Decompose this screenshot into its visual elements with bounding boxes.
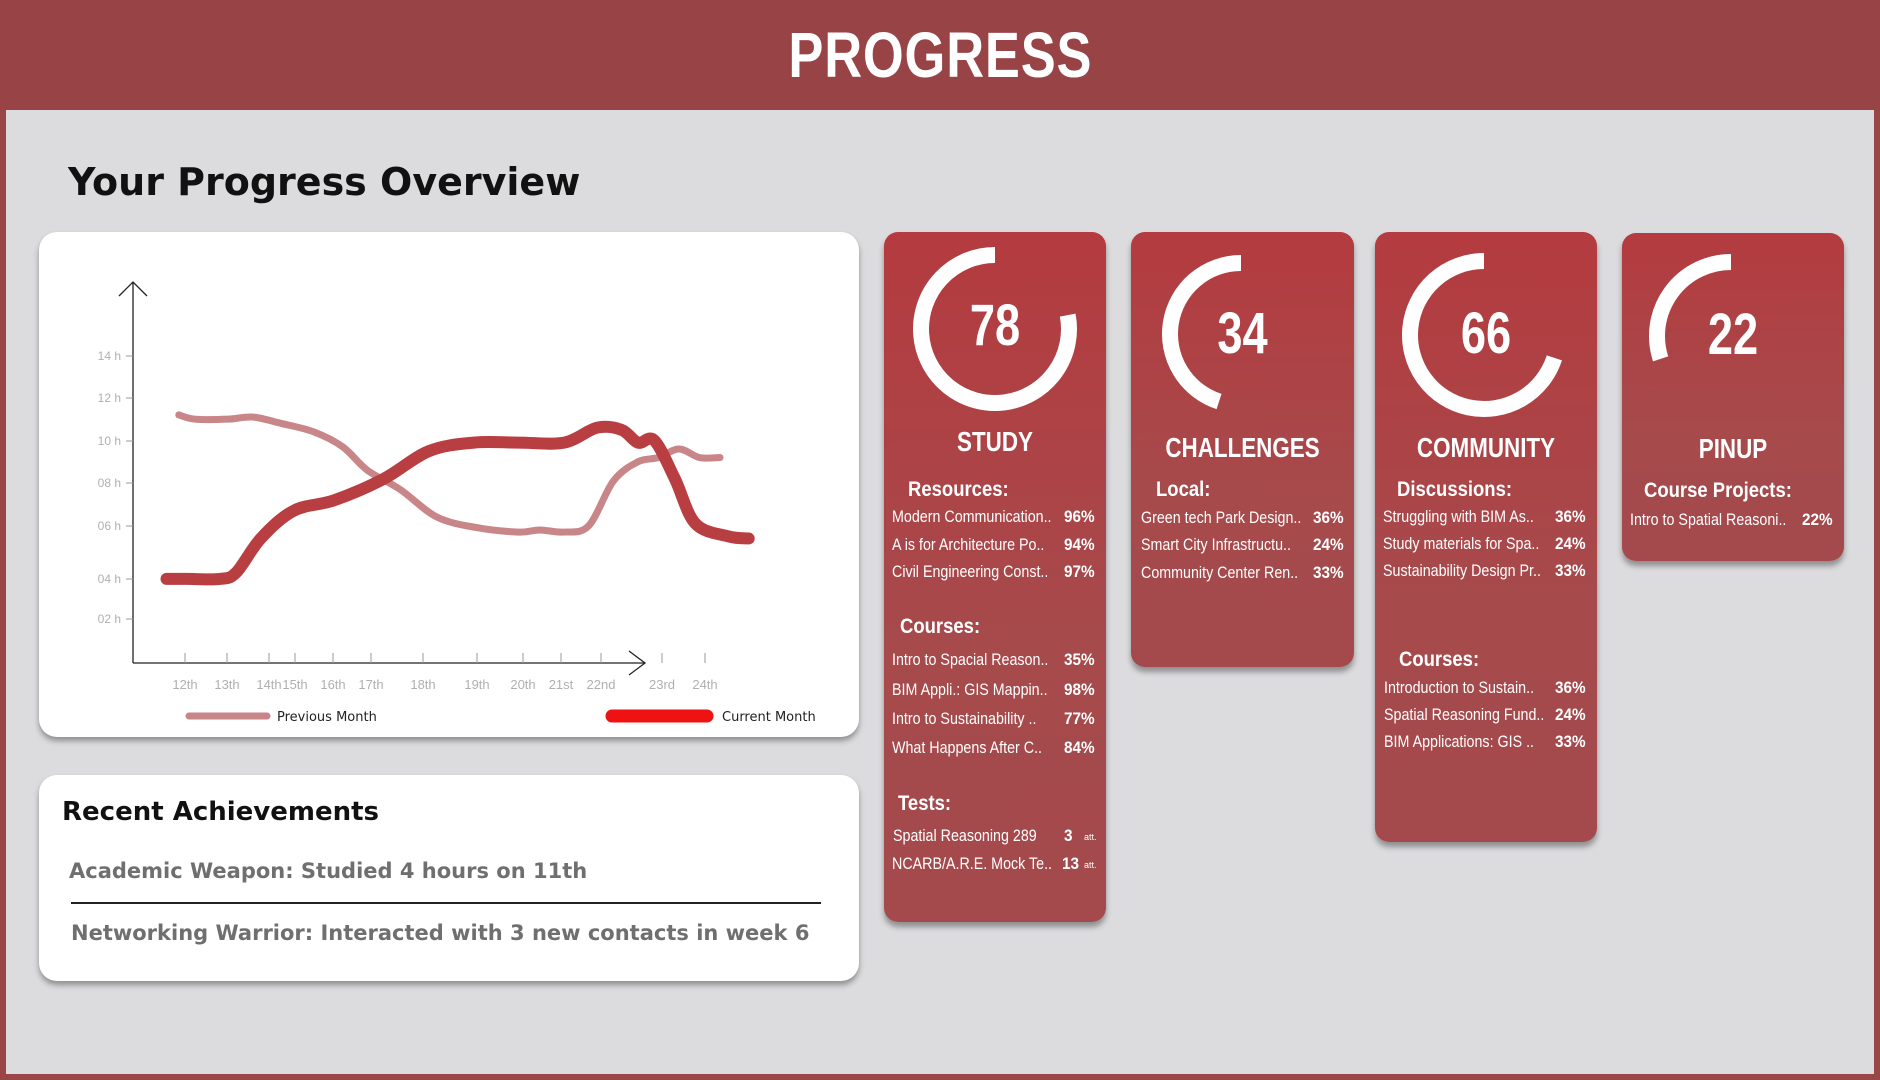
list-item[interactable]: Intro to Sustainability .. 77% (884, 709, 1106, 733)
list-item[interactable]: What Happens After C.. 84% (884, 738, 1106, 762)
y-tick-label: 02 h (98, 612, 121, 626)
pinup-course-projects-heading: Course Projects: (1644, 479, 1792, 502)
achievement-item[interactable]: Academic Weapon: Studied 4 hours on 11th (69, 859, 587, 883)
x-tick-label: 17th (358, 677, 383, 692)
pinup-score: 22 (1707, 302, 1759, 367)
legend-label-previous-month: Previous Month (277, 710, 377, 725)
study-tests-heading: Tests: (898, 792, 952, 815)
list-item[interactable]: BIM Appli.: GIS Mappin.. 98% (884, 680, 1106, 704)
x-tick-label: 21st (549, 677, 574, 692)
list-item[interactable]: Intro to Spatial Reasoni.. 22% (1622, 510, 1844, 534)
y-tick-label: 06 h (98, 519, 121, 533)
y-tick-label: 04 h (98, 572, 121, 586)
list-item[interactable]: Sustainability Design Pr.. 33% (1375, 561, 1597, 585)
community-card[interactable]: 66 COMMUNITY Discussions: Struggling wit… (1375, 232, 1597, 842)
list-item[interactable]: Introduction to Sustain.. 36% (1375, 678, 1597, 702)
study-resources-heading: Resources: (908, 478, 1009, 501)
study-label: STUDY (957, 426, 1033, 457)
progress-chart-panel: 02 h 04 h 06 h 08 h 10 h 12 h 14 h 12th 13th 14th… (39, 232, 859, 737)
achievement-item[interactable]: Networking Warrior: Interacted with 3 ne… (71, 921, 809, 945)
list-item[interactable]: Spatial Reasoning Fund.. 24% (1375, 705, 1597, 729)
x-tick-label: 19th (464, 677, 489, 692)
study-score: 78 (969, 293, 1021, 358)
achievement-divider (71, 902, 821, 904)
list-item[interactable]: BIM Applications: GIS .. 33% (1375, 732, 1597, 756)
list-item[interactable]: A is for Architecture Po.. 94% (884, 535, 1106, 559)
x-tick-label: 23rd (649, 677, 675, 692)
x-tick-label: 20th (510, 677, 535, 692)
community-label: COMMUNITY (1416, 432, 1556, 463)
x-tick-label: 13th (214, 677, 239, 692)
x-tick-label: 16th (320, 677, 345, 692)
page-title: PROGRESS (787, 19, 1093, 91)
list-item[interactable]: Civil Engineering Const.. 97% (884, 562, 1106, 586)
list-item[interactable]: Intro to Spacial Reason.. 35% (884, 650, 1106, 674)
y-tick-label: 10 h (98, 434, 121, 448)
community-score: 66 (1460, 301, 1512, 366)
recent-achievements-panel: Recent Achievements Academic Weapon: Stu… (39, 775, 859, 981)
list-item[interactable]: Modern Communication.. 96% (884, 507, 1106, 531)
achievements-title: Recent Achievements (62, 797, 380, 827)
challenges-score: 34 (1217, 301, 1268, 366)
x-tick-label: 14th (256, 677, 281, 692)
community-discussions-heading: Discussions: (1397, 478, 1513, 501)
pinup-label: PINUP (1698, 433, 1768, 464)
list-item[interactable]: Study materials for Spa.. 24% (1375, 534, 1597, 558)
progress-line-chart: 02 h 04 h 06 h 08 h 10 h 12 h 14 h 12th 13th 14th… (98, 281, 816, 725)
series-line-current-month (160, 420, 755, 586)
study-courses-heading: Courses: (900, 615, 981, 638)
main-area: Your Progress Overview 02 h 04 h 06 h 08 h 1… (6, 110, 1874, 1074)
legend-label-current-month: Current Month (722, 710, 816, 725)
community-courses-heading: Courses: (1399, 648, 1480, 671)
list-item[interactable]: NCARB/A.R.E. Mock Te.. 13 att. (884, 854, 1106, 878)
list-item[interactable]: Spatial Reasoning 289 3 att. (884, 826, 1106, 850)
y-tick-label: 14 h (98, 349, 121, 363)
overview-title: Your Progress Overview (68, 160, 581, 204)
challenges-label: CHALLENGES (1165, 432, 1320, 463)
challenges-card[interactable]: 34 CHALLENGES Local: Green tech Park Des… (1131, 232, 1354, 667)
x-tick-label: 22nd (587, 677, 616, 692)
list-item[interactable]: Community Center Ren.. 33% (1131, 563, 1354, 587)
study-card[interactable]: 78 STUDY Resources: Modern Communication… (884, 232, 1106, 922)
y-tick-label: 12 h (98, 391, 121, 405)
x-tick-label: 18th (410, 677, 435, 692)
x-tick-label: 24th (692, 677, 717, 692)
list-item[interactable]: Green tech Park Design.. 36% (1131, 508, 1354, 532)
list-item[interactable]: Struggling with BIM As.. 36% (1375, 507, 1597, 531)
y-tick-label: 08 h (98, 476, 121, 490)
pinup-card[interactable]: 22 PINUP Course Projects: Intro to Spati… (1622, 233, 1844, 561)
x-tick-label: 12th (172, 677, 197, 692)
series-line-previous-month (175, 411, 724, 536)
x-tick-label: 15th (282, 677, 307, 692)
list-item[interactable]: Smart City Infrastructu.. 24% (1131, 535, 1354, 559)
challenges-local-heading: Local: (1156, 478, 1211, 501)
header-bar: PROGRESS (0, 0, 1880, 110)
